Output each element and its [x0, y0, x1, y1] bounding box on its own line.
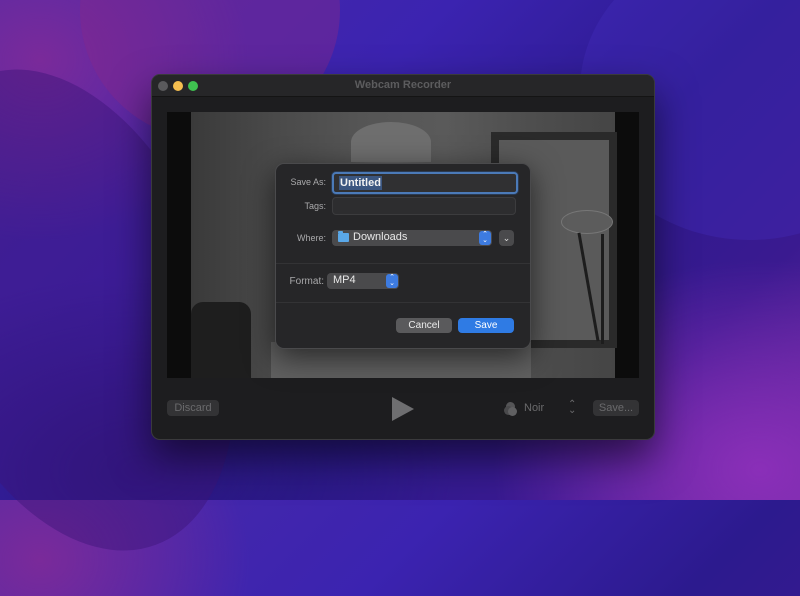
- expand-button[interactable]: ⌄: [499, 230, 514, 246]
- stepper-icon: ⌃ ⌄: [386, 274, 398, 288]
- format-label: Format:: [289, 276, 324, 287]
- save-button-disabled[interactable]: Save...: [593, 400, 639, 416]
- color-filter-icon: [504, 402, 518, 416]
- playback-controls: Discard Noir ⌃ ⌄ Save...: [152, 395, 654, 423]
- stepper-icon[interactable]: ⌃ ⌄: [568, 400, 576, 416]
- save-dialog-sheet: Save As: Untitled Tags: Where: Downloads…: [275, 163, 531, 349]
- filter-value: Noir: [524, 402, 545, 414]
- cancel-button[interactable]: Cancel: [396, 318, 452, 333]
- discard-button[interactable]: Discard: [167, 400, 219, 416]
- format-value: MP4: [333, 274, 356, 286]
- where-label: Where:: [296, 233, 326, 243]
- where-popup[interactable]: Downloads ⌃ ⌄: [332, 230, 492, 246]
- folder-icon: [338, 231, 349, 242]
- stepper-icon: ⌃ ⌄: [479, 231, 491, 245]
- background-stick: [601, 234, 604, 344]
- save-as-value: Untitled: [339, 176, 382, 190]
- format-popup[interactable]: MP4 ⌃ ⌄: [327, 273, 399, 289]
- tags-input[interactable]: [332, 197, 516, 215]
- where-value: Downloads: [353, 231, 408, 243]
- person-head: [351, 122, 431, 162]
- title-bar[interactable]: Webcam Recorder: [152, 75, 654, 97]
- window-title: Webcam Recorder: [354, 79, 452, 91]
- divider: [276, 302, 530, 303]
- save-button[interactable]: Save: [458, 318, 514, 333]
- divider: [276, 263, 530, 264]
- save-as-label: Save As:: [290, 177, 326, 187]
- tags-label: Tags:: [304, 201, 326, 211]
- background-lamp: [561, 210, 613, 234]
- background-chair: [191, 302, 251, 378]
- save-as-input[interactable]: Untitled: [332, 172, 518, 194]
- chevron-down-icon: ⌄: [502, 233, 511, 243]
- play-icon[interactable]: [392, 397, 414, 421]
